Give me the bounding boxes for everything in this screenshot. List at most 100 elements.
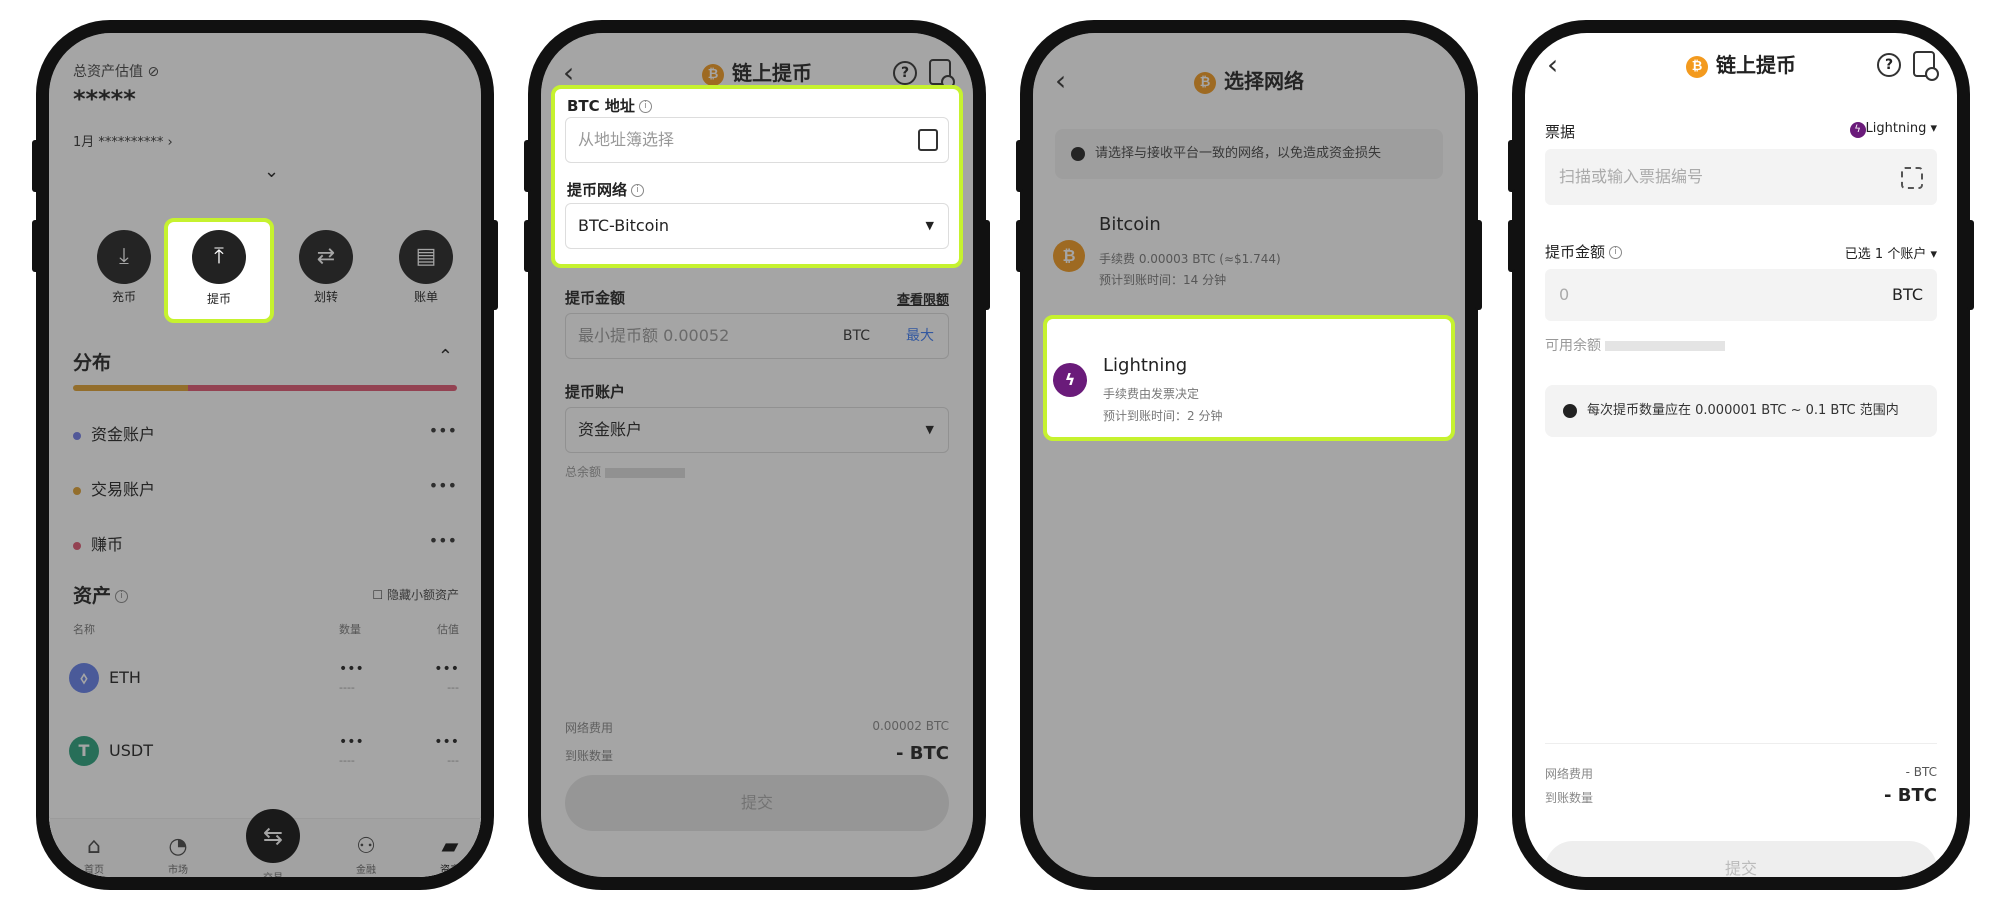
receive-label: 到账数量 bbox=[1545, 791, 1594, 805]
token-val-sub: --- bbox=[447, 754, 459, 767]
lightning-icon: ϟ bbox=[1053, 363, 1087, 397]
token-symbol: ETH bbox=[109, 668, 141, 687]
market-icon: ◔ bbox=[168, 834, 188, 859]
page-title: ₿ 选择网络 bbox=[1033, 63, 1465, 99]
info-icon bbox=[1071, 146, 1085, 161]
token-qty: ••• bbox=[339, 734, 364, 750]
eth-icon: ⬨ bbox=[69, 663, 99, 693]
token-qty: ••• bbox=[339, 661, 364, 677]
address-network-highlight: BTC 地址 i 从地址簿选择 提币网络 i BTC-Bitcoin ▼ bbox=[551, 85, 963, 268]
account-select[interactable]: 资金账户 ▼ bbox=[565, 407, 949, 453]
footer-divider bbox=[1545, 743, 1937, 744]
network-notice: 请选择与接收平台一致的网络，以免造成资金损失 bbox=[1055, 129, 1443, 179]
network-name: Bitcoin bbox=[1099, 214, 1161, 235]
col-value: 估值 bbox=[437, 623, 459, 636]
address-book-icon[interactable] bbox=[918, 129, 938, 151]
nav-bar: ‹ ₿ 选择网络 bbox=[1033, 63, 1465, 99]
assets-title: 资产 i bbox=[73, 581, 129, 608]
fee-label: 网络费用 bbox=[565, 721, 614, 735]
receive-label: 到账数量 bbox=[565, 749, 614, 763]
finance-icon: ⚇ bbox=[356, 834, 376, 859]
token-qty-sub: ---- bbox=[339, 681, 355, 694]
help-icon[interactable]: ? bbox=[893, 61, 917, 85]
distribution-bar bbox=[73, 385, 457, 391]
network-fee: 手续费 0.00003 BTC (≈$1.744) bbox=[1099, 252, 1281, 266]
lightning-withdraw-screen: ‹ ₿ 链上提币 ? 票据 ϟ Lightning ▾ 扫描或输入票据编号 提币金额… bbox=[1525, 33, 1957, 877]
amount-input[interactable]: 0 BTC bbox=[1545, 269, 1937, 321]
tab-home[interactable]: ⌂ 首页 bbox=[69, 833, 119, 876]
address-label: BTC 地址 i bbox=[567, 95, 652, 116]
tab-finance[interactable]: ⚇ 金融 bbox=[341, 833, 391, 876]
token-val: ••• bbox=[434, 734, 459, 750]
download-icon: ⤓ bbox=[119, 244, 129, 269]
invoice-input[interactable]: 扫描或输入票据编号 bbox=[1545, 149, 1937, 205]
address-input[interactable]: 从地址簿选择 bbox=[565, 117, 949, 163]
swap-icon: ⇆ bbox=[262, 822, 284, 850]
transfer-icon: ⇄ bbox=[316, 244, 336, 269]
network-time: 预计到账时间：2 分钟 bbox=[1103, 409, 1223, 423]
network-screen: ‹ ₿ 选择网络 请选择与接收平台一致的网络，以免造成资金损失 ₿ Bitcoin… bbox=[1033, 33, 1465, 877]
amount-label: 提币金额 bbox=[565, 289, 626, 307]
phone-assets: 总资产估值 ⊘ ***** 1月 ********** › ⌄ ⤓ 充币 ⇄ 划… bbox=[32, 20, 498, 890]
eye-off-icon[interactable]: ⊘ bbox=[147, 64, 159, 80]
balance-text: 总余额 bbox=[565, 463, 685, 480]
deposit-button[interactable]: ⤓ bbox=[97, 230, 151, 284]
network-option-lightning[interactable]: ϟ Lightning 手续费由发票决定 预计到账时间：2 分钟 bbox=[1043, 315, 1455, 441]
receive-value: - BTC bbox=[896, 743, 949, 764]
home-icon: ⌂ bbox=[87, 834, 101, 859]
token-row-eth[interactable]: ⬨ ETH ••• ---- ••• --- bbox=[49, 653, 481, 713]
phone-withdraw: ‹ ₿ 链上提币 ? 提币金额 查看限额 最小提币额 0.00052 BTC 最大 提… bbox=[524, 20, 990, 890]
max-button[interactable]: 最大 bbox=[906, 314, 934, 358]
network-option-bitcoin[interactable]: ₿ Bitcoin 手续费 0.00003 BTC (≈$1.744) 预计到账… bbox=[1033, 208, 1465, 298]
network-label: 提币网络 i bbox=[567, 179, 645, 200]
fee-value: - BTC bbox=[1905, 765, 1937, 779]
network-select[interactable]: BTC-Bitcoin ▼ bbox=[565, 203, 949, 249]
submit-button[interactable]: 提交 bbox=[565, 775, 949, 831]
col-qty: 数量 bbox=[339, 623, 361, 636]
token-row-usdt[interactable]: T USDT ••• ---- ••• --- bbox=[49, 726, 481, 786]
withdraw-button-highlight[interactable]: ⤒ 提币 bbox=[164, 218, 274, 323]
submit-button[interactable]: 提交 bbox=[1545, 841, 1937, 877]
transfer-label: 划转 bbox=[313, 290, 338, 304]
account-row-earn[interactable]: 赚币 ••• bbox=[73, 531, 457, 555]
network-tag[interactable]: ϟ Lightning ▾ bbox=[1849, 121, 1937, 138]
amount-label: 提币金额 i bbox=[1545, 241, 1623, 262]
expand-chevron-icon[interactable]: ⌄ bbox=[264, 161, 279, 182]
bill-button[interactable]: ▤ bbox=[399, 230, 453, 284]
deposit-label: 充币 bbox=[111, 290, 136, 304]
withdraw-button[interactable]: ⤒ bbox=[192, 230, 246, 284]
scan-icon[interactable] bbox=[1901, 167, 1923, 189]
btc-icon: ₿ bbox=[1686, 55, 1708, 78]
transfer-button[interactable]: ⇄ bbox=[299, 230, 353, 284]
total-assets-label: 总资产估值 ⊘ bbox=[73, 64, 160, 80]
token-val: ••• bbox=[434, 661, 459, 677]
network-fee: 手续费由发票决定 bbox=[1103, 387, 1200, 401]
phone-lightning-withdraw: ‹ ₿ 链上提币 ? 票据 ϟ Lightning ▾ 扫描或输入票据编号 提币金额… bbox=[1508, 20, 1974, 890]
withdraw-label: 提币 bbox=[206, 292, 231, 306]
history-icon[interactable] bbox=[1913, 51, 1939, 81]
view-limit-link[interactable]: 查看限额 bbox=[897, 289, 949, 308]
network-name: Lightning bbox=[1103, 355, 1188, 376]
account-select[interactable]: 已选 1 个账户 ▾ bbox=[1845, 243, 1937, 262]
help-icon[interactable]: ? bbox=[1877, 53, 1901, 77]
account-row-trading[interactable]: 交易账户 ••• bbox=[73, 476, 457, 500]
amount-notice: 每次提币数量应在 0.000001 BTC ~ 0.1 BTC 范围内 bbox=[1545, 385, 1937, 437]
account-row-funding[interactable]: 资金账户 ••• bbox=[73, 421, 457, 445]
token-qty-sub: ---- bbox=[339, 754, 355, 767]
btc-icon: ₿ bbox=[1194, 71, 1216, 94]
amount-input[interactable]: 最小提币额 0.00052 BTC 最大 bbox=[565, 313, 949, 359]
trade-fab-button[interactable]: ⇆ bbox=[246, 809, 300, 863]
amount-unit: BTC bbox=[1892, 285, 1923, 304]
token-symbol: USDT bbox=[109, 741, 153, 760]
history-icon[interactable] bbox=[929, 59, 955, 89]
pnl-row[interactable]: 1月 ********** › bbox=[73, 131, 173, 150]
tab-market[interactable]: ◔ 市场 bbox=[153, 833, 203, 876]
receive-value: - BTC bbox=[1884, 785, 1937, 806]
tab-trade[interactable]: 交易 bbox=[248, 869, 298, 877]
tab-assets[interactable]: ▰ 资产 bbox=[425, 833, 475, 876]
tab-label: 金融 bbox=[356, 865, 376, 876]
phone-select-network: ‹ ₿ 选择网络 请选择与接收平台一致的网络，以免造成资金损失 ₿ Bitcoin… bbox=[1016, 20, 1482, 890]
collapse-chevron-icon[interactable]: ⌃ bbox=[438, 346, 453, 367]
wallet-icon: ▰ bbox=[441, 834, 459, 859]
hide-small-checkbox[interactable]: ☐ 隐藏小额资产 bbox=[372, 586, 459, 603]
